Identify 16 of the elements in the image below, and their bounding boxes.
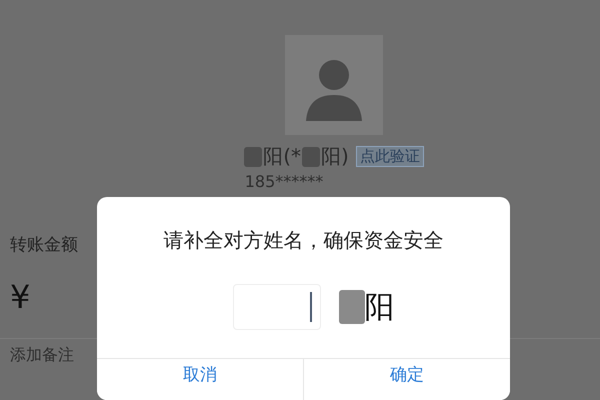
mosaic-block [302, 146, 320, 166]
recipient-name: 阳) [321, 143, 349, 170]
name-input-field[interactable] [232, 284, 320, 330]
currency-symbol: ¥ [10, 278, 30, 316]
verify-link[interactable]: 点此验证 [356, 146, 424, 167]
dialog-message: 请补全对方姓名，确保资金安全 [164, 227, 444, 254]
mosaic-block [338, 290, 364, 324]
recipient-name: 阳(* [263, 143, 301, 170]
confirm-button[interactable]: 确定 [303, 359, 510, 400]
mosaic-block [244, 146, 262, 166]
note-field[interactable]: 添加备注 [10, 345, 90, 364]
name-suffix: 阳 [364, 288, 394, 326]
amount-label: 转账金额 [10, 234, 78, 256]
text-cursor [310, 292, 312, 322]
phone-number: 185****** [244, 172, 324, 191]
person-icon [304, 57, 364, 121]
